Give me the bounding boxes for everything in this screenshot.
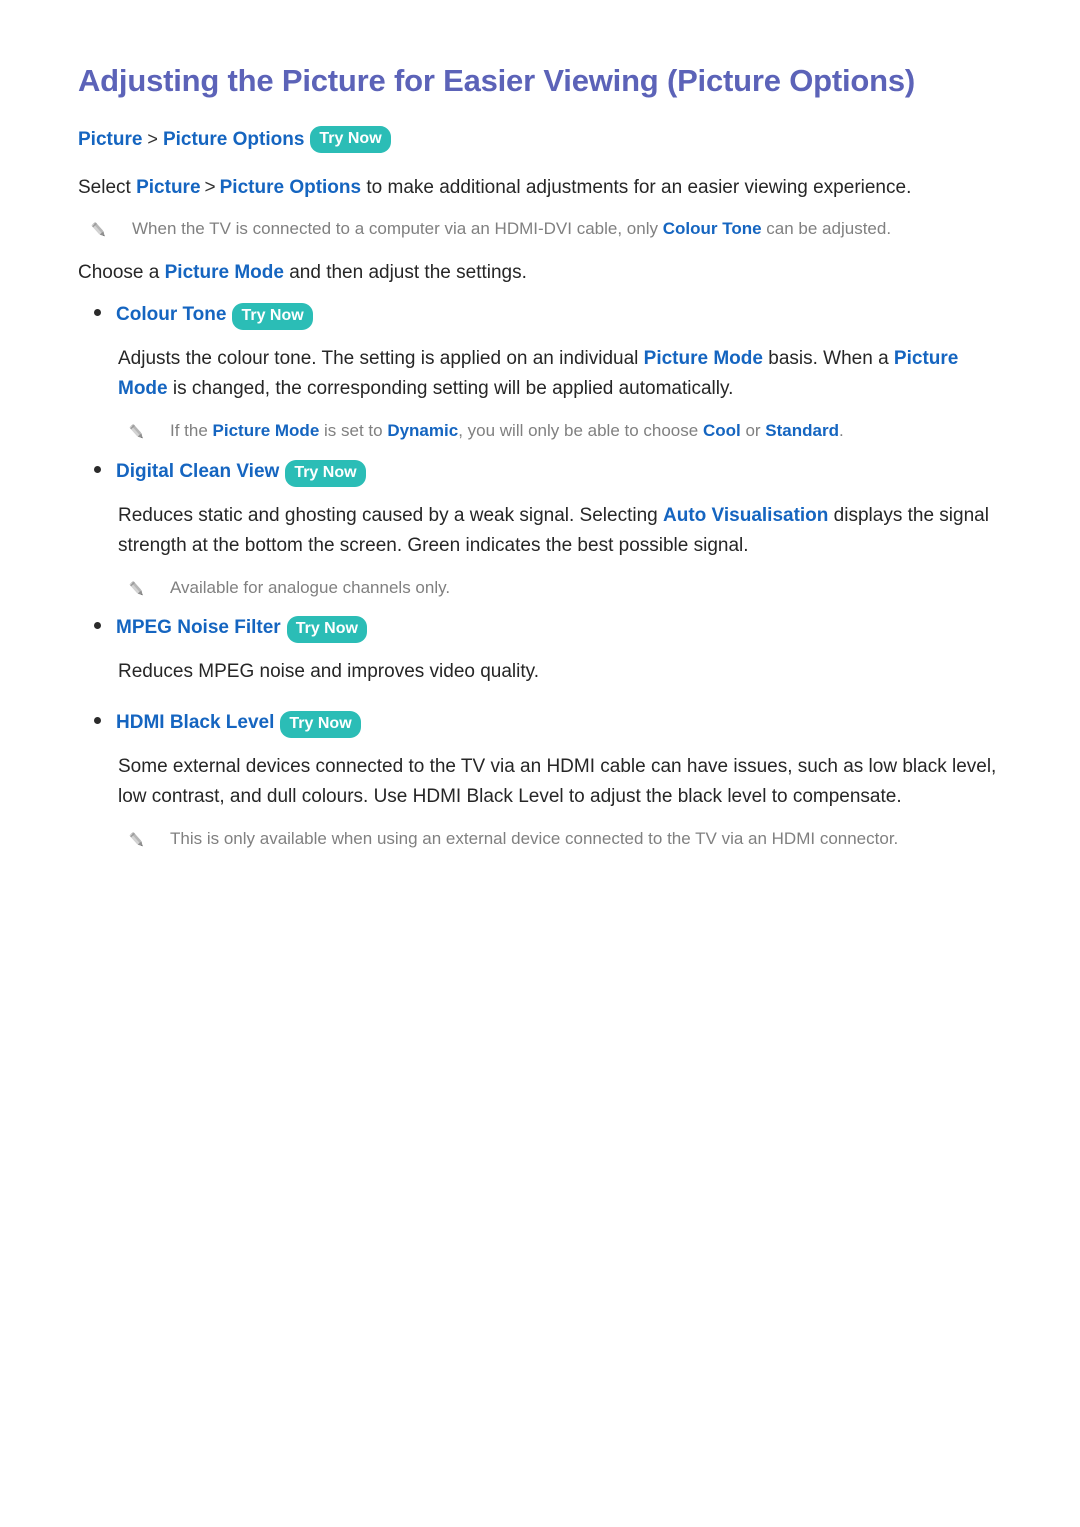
intro-term-picture-options[interactable]: Picture Options: [220, 177, 361, 198]
option-digital-clean-view: Digital Clean View Try Now Reduces stati…: [78, 459, 1002, 601]
note-keyword-colour-tone[interactable]: Colour Tone: [663, 219, 762, 238]
try-now-badge-colour-tone[interactable]: Try Now: [232, 303, 313, 331]
choose-keyword-picture-mode[interactable]: Picture Mode: [165, 262, 284, 283]
option-mpeg-noise-filter-header[interactable]: MPEG Noise Filter Try Now: [78, 616, 1002, 644]
pencil-icon: [126, 829, 148, 851]
note-part2: is set to: [319, 421, 388, 441]
note-keyword-standard[interactable]: Standard: [765, 421, 839, 440]
option-mpeg-noise-filter: MPEG Noise Filter Try Now Reduces MPEG n…: [78, 616, 1002, 687]
try-now-badge-mpeg-noise-filter[interactable]: Try Now: [286, 616, 367, 644]
body-part2: basis. When a: [762, 348, 894, 370]
bullet-dot-icon: [94, 717, 101, 725]
note-analogue-channels-text: Available for analogue channels only.: [170, 577, 451, 597]
breadcrumb: Picture > Picture Options Try Now: [78, 125, 1002, 153]
note-hdmi-dvi: When the TV is connected to a computer v…: [78, 216, 1002, 242]
breadcrumb-item-picture[interactable]: Picture: [78, 129, 142, 150]
body-keyword-picture-mode-1[interactable]: Picture Mode: [644, 348, 763, 369]
option-colour-tone-label[interactable]: Colour Tone: [116, 303, 226, 328]
choose-suffix: and then adjust the settings.: [283, 261, 527, 283]
note-colour-tone-dynamic-text: If the Picture Mode is set to Dynamic, y…: [170, 418, 844, 444]
note-colour-tone-dynamic: If the Picture Mode is set to Dynamic, y…: [78, 418, 1002, 444]
option-colour-tone-header[interactable]: Colour Tone Try Now: [78, 303, 1002, 331]
intro-paragraph: Select Picture > Picture Options to make a…: [78, 173, 1002, 202]
bullet-dot-icon: [94, 622, 101, 630]
page-title: Adjusting the Picture for Easier Viewing…: [78, 63, 916, 98]
option-hdmi-black-level-header[interactable]: HDMI Black Level Try Now: [78, 711, 1002, 739]
try-now-badge-digital-clean-view[interactable]: Try Now: [285, 459, 366, 487]
page-content: Adjusting the Picture for Easier Viewing…: [0, 0, 1080, 908]
note-part3: , you will only be able to choose: [458, 421, 703, 441]
option-colour-tone: Colour Tone Try Now Adjusts the colour t…: [78, 303, 1002, 444]
option-hdmi-black-level-label[interactable]: HDMI Black Level: [116, 711, 274, 736]
note-analogue-channels: Available for analogue channels only.: [78, 575, 1002, 601]
note-keyword-picture-mode[interactable]: Picture Mode: [213, 421, 320, 440]
breadcrumb-separator-icon: >: [147, 128, 158, 149]
note-hdmi-dvi-text: When the TV is connected to a computer v…: [132, 216, 891, 242]
intro-prefix: Select: [78, 176, 137, 198]
note-part5: .: [838, 421, 844, 441]
option-hdmi-black-level-body: Some external devices connected to the T…: [118, 756, 997, 808]
bullet-dot-icon: [94, 465, 101, 473]
intro-separator-icon: >: [204, 176, 216, 198]
breadcrumb-item-picture-options[interactable]: Picture Options: [163, 129, 304, 150]
option-mpeg-noise-filter-label[interactable]: MPEG Noise Filter: [116, 616, 281, 641]
note-keyword-cool[interactable]: Cool: [703, 421, 741, 440]
option-digital-clean-view-label[interactable]: Digital Clean View: [116, 460, 279, 485]
note-keyword-dynamic[interactable]: Dynamic: [387, 421, 458, 440]
choose-prefix: Choose a: [78, 261, 165, 283]
pencil-icon: [126, 578, 148, 600]
note-part4: or: [740, 421, 766, 441]
choose-picture-mode-paragraph: Choose a Picture Mode and then adjust th…: [78, 258, 1002, 287]
document-page: Adjusting the Picture for Easier Viewing…: [0, 0, 1080, 1527]
option-digital-clean-view-header[interactable]: Digital Clean View Try Now: [78, 459, 1002, 487]
body-keyword-auto-visualisation[interactable]: Auto Visualisation: [663, 505, 828, 526]
option-hdmi-black-level: HDMI Black Level Try Now Some external d…: [78, 711, 1002, 852]
option-colour-tone-body: Adjusts the colour tone. The setting is …: [78, 344, 1002, 404]
option-digital-clean-view-body: Reduces static and ghosting caused by a …: [78, 501, 1002, 561]
try-now-badge-hdmi-black-level[interactable]: Try Now: [280, 711, 361, 739]
pencil-icon: [126, 421, 148, 443]
note-part1: If the: [170, 421, 213, 441]
note-text-part2: can be adjusted.: [761, 219, 892, 239]
pencil-icon: [88, 219, 110, 241]
option-mpeg-noise-filter-body: Reduces MPEG noise and improves video qu…: [118, 661, 540, 683]
note-hdmi-connector-text: This is only available when using an ext…: [170, 829, 899, 849]
try-now-badge[interactable]: Try Now: [310, 125, 391, 153]
bullet-dot-icon: [94, 309, 101, 317]
body-part3: is changed, the corresponding setting wi…: [167, 378, 734, 400]
intro-term-picture[interactable]: Picture: [136, 177, 200, 198]
body-part1: Reduces static and ghosting caused by a …: [118, 504, 663, 526]
note-text-part1: When the TV is connected to a computer v…: [132, 219, 663, 239]
intro-suffix: to make additional adjustments for an ea…: [361, 176, 912, 198]
body-part1: Adjusts the colour tone. The setting is …: [118, 348, 644, 370]
note-hdmi-connector: This is only available when using an ext…: [78, 826, 1002, 852]
